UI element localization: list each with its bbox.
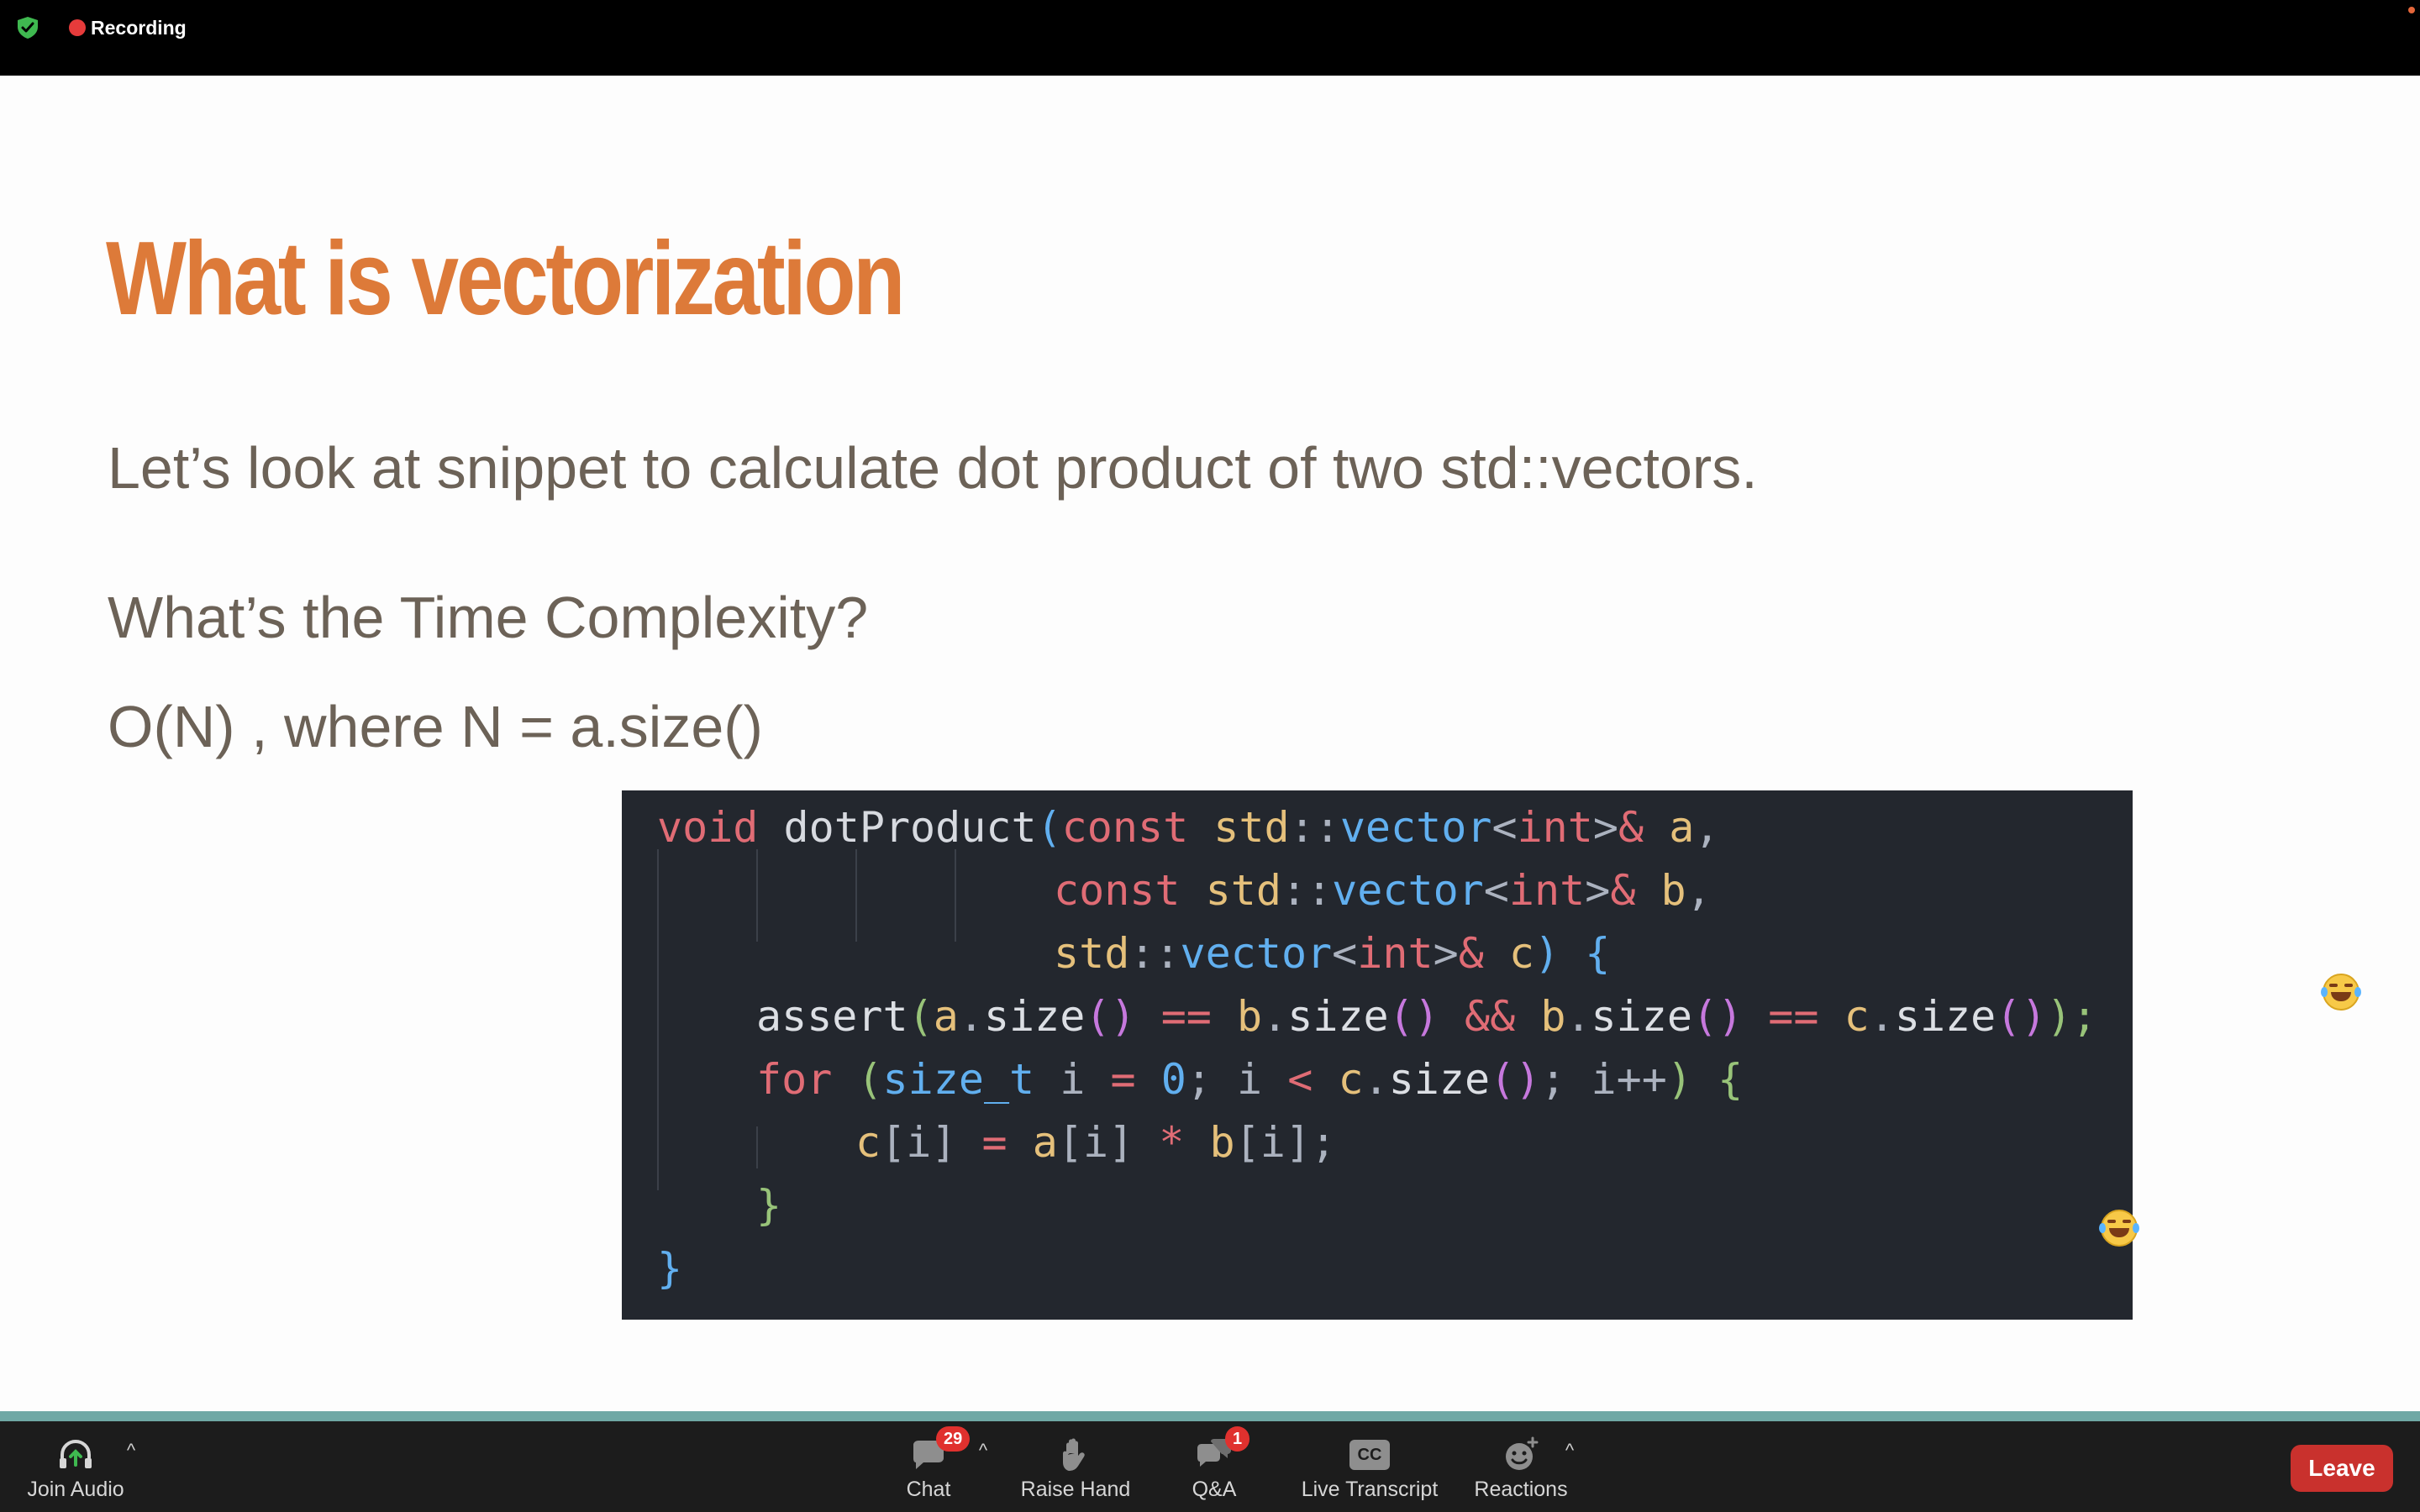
qa-unread-badge: 1	[1225, 1426, 1250, 1452]
hand-icon	[1063, 1438, 1085, 1471]
audio-options-caret[interactable]: ^	[122, 1441, 140, 1460]
code-line: }	[756, 1181, 782, 1230]
code-snippet: void dotProduct(const std::vector<int>& …	[622, 790, 2133, 1320]
code-line: for (size_t i = 0; i < c.size(); i++) {	[756, 1055, 1744, 1104]
code-line: c[i] = a[i] * b[i];	[855, 1118, 1337, 1167]
indent-guide	[756, 849, 758, 942]
shield-check-icon[interactable]	[15, 15, 40, 40]
slide-text-line: Let’s look at snippet to calculate dot p…	[108, 435, 1758, 501]
live-transcript-label: Live Transcript	[1301, 1478, 1439, 1501]
chat-options-caret[interactable]: ^	[974, 1441, 992, 1460]
code-line: const std::vector<int>& b,	[1054, 866, 1712, 915]
raise-hand-button[interactable]: Raise Hand	[1013, 1421, 1139, 1512]
raise-hand-label: Raise Hand	[1020, 1478, 1131, 1501]
indent-guide	[955, 849, 956, 942]
shared-slide: What is vectorization Let’s look at snip…	[0, 76, 2420, 1411]
reactions-options-caret[interactable]: ^	[1560, 1441, 1579, 1460]
code-line: std::vector<int>& c) {	[1054, 929, 1611, 978]
closed-captions-icon: CC	[1349, 1440, 1390, 1470]
qa-button[interactable]: 1 Q&A	[1176, 1421, 1252, 1512]
qa-label: Q&A	[1192, 1478, 1237, 1501]
reactions-button[interactable]: Reactions	[1466, 1421, 1576, 1512]
slide-title: What is vectorization	[106, 221, 905, 337]
indent-guide	[756, 1126, 758, 1168]
meeting-top-bar: Recording	[0, 0, 2420, 76]
emoji-add-icon	[1506, 1436, 1539, 1470]
status-dot	[2408, 7, 2415, 13]
active-speaker-stripe	[0, 1411, 2420, 1421]
headphones-icon	[60, 1439, 92, 1468]
live-transcript-button[interactable]: CC Live Transcript	[1294, 1421, 1445, 1512]
face-with-tears-of-joy-icon	[2321, 974, 2361, 1011]
indent-guide	[855, 849, 857, 942]
chat-label: Chat	[906, 1478, 951, 1501]
chat-unread-badge: 29	[936, 1426, 971, 1452]
code-line: }	[657, 1244, 683, 1293]
face-with-tears-of-joy-icon	[2099, 1210, 2139, 1247]
code-line: assert(a.size() == b.size() && b.size() …	[756, 992, 2097, 1041]
indent-guide	[657, 849, 659, 1190]
join-audio-label: Join Audio	[27, 1478, 124, 1501]
slide-text-line: What’s the Time Complexity?	[108, 585, 869, 650]
meeting-toolbar: Join Audio ^ 29 Chat ^ Raise Hand 1 Q&A …	[0, 1421, 2420, 1512]
chat-button[interactable]: 29 Chat	[891, 1421, 971, 1512]
slide-text-line: O(N) , where N = a.size()	[108, 694, 763, 759]
reactions-label: Reactions	[1474, 1478, 1568, 1501]
record-dot-icon	[69, 19, 86, 36]
join-audio-button[interactable]: Join Audio	[17, 1421, 134, 1512]
code-line: void dotProduct(const std::vector<int>& …	[657, 803, 1720, 852]
leave-button[interactable]: Leave	[2291, 1445, 2393, 1492]
recording-indicator[interactable]: Recording	[91, 15, 187, 40]
